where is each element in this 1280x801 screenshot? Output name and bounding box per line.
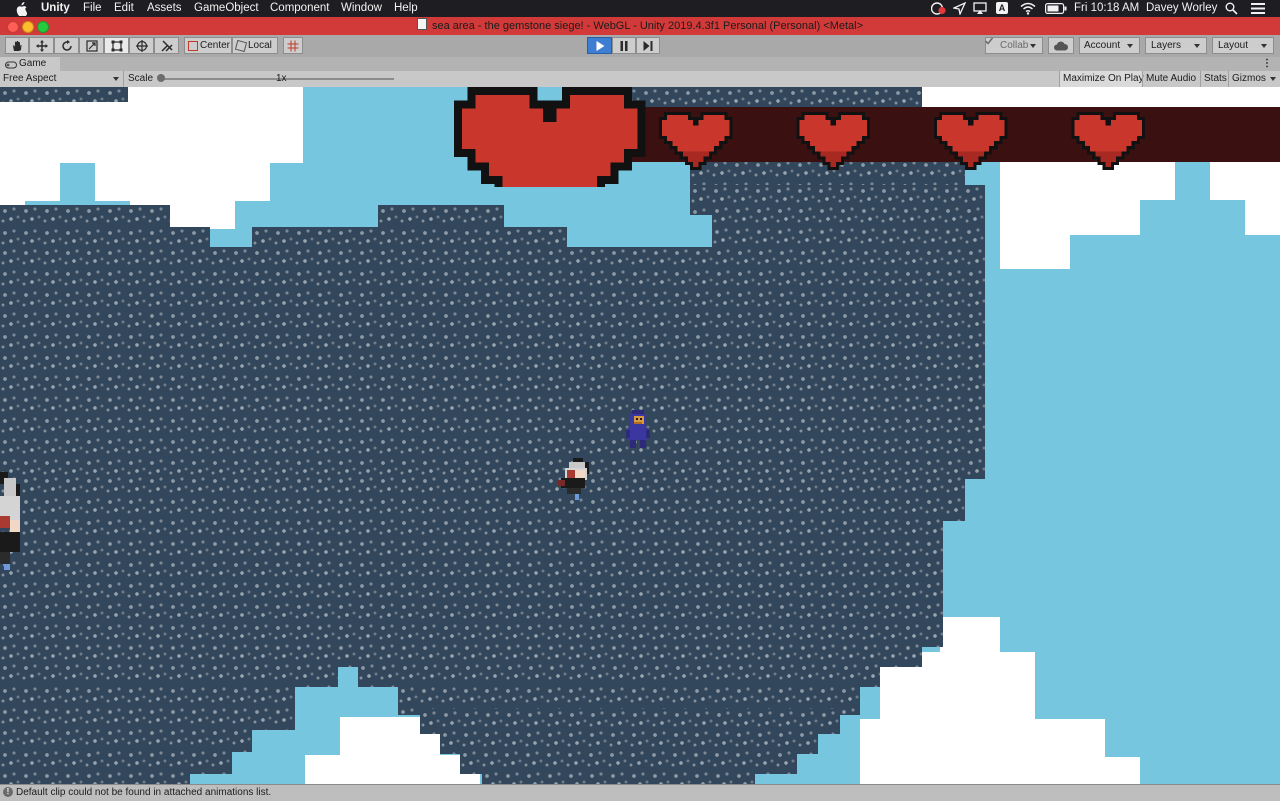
cloud — [1100, 757, 1140, 784]
account-dropdown[interactable]: Account — [1079, 37, 1140, 54]
cloud — [1000, 200, 1140, 235]
menubar-user[interactable]: Davey Worley — [1146, 0, 1217, 17]
aspect-chevron-down-icon — [113, 77, 119, 81]
rock-terrain — [0, 517, 943, 647]
collab-label: Collab — [1000, 40, 1029, 51]
cloud — [305, 755, 480, 784]
tab-game[interactable]: Game — [0, 57, 60, 71]
scale-slider-thumb[interactable] — [157, 74, 165, 82]
gizmos-label: Gizmos — [1232, 73, 1266, 84]
menubar-clock[interactable]: Fri 10:18 AM — [1074, 0, 1139, 17]
collab-dropdown[interactable]: Collab — [984, 37, 1043, 54]
mac-menu-bar: Unity File Edit Assets GameObject Compon… — [0, 0, 1280, 17]
rock-terrain — [482, 770, 755, 784]
layers-dropdown[interactable]: Layers — [1145, 37, 1207, 54]
play-button[interactable] — [587, 37, 612, 54]
boss-heart-small — [658, 111, 733, 171]
status-message: Default clip could not be found in attac… — [16, 787, 272, 798]
pause-button[interactable] — [612, 37, 636, 54]
window-title-bar: sea area - the gemstone siege! - WebGL -… — [0, 17, 1280, 35]
menu-edit[interactable]: Edit — [114, 0, 134, 17]
aspect-dropdown[interactable]: Free Aspect — [0, 71, 123, 87]
rock-terrain — [0, 475, 965, 521]
player-character — [626, 410, 650, 448]
local-space-icon — [234, 39, 248, 53]
rock-terrain — [0, 662, 338, 687]
unity-toolbar: Center Local Collab Account Layers Layou… — [0, 35, 1280, 58]
rock-terrain — [358, 662, 880, 687]
layers-label: Layers — [1151, 40, 1182, 51]
mute-audio-toggle[interactable]: Mute Audio — [1142, 71, 1200, 87]
rotate-tool-button[interactable] — [54, 37, 79, 54]
custom-tool-button[interactable] — [154, 37, 179, 54]
layout-dropdown[interactable]: Layout — [1212, 37, 1274, 54]
pivot-center-toggle[interactable]: Center — [184, 37, 232, 54]
rock-terrain — [712, 205, 985, 250]
cloud — [860, 719, 1105, 784]
shark-enemy — [557, 458, 589, 500]
more-options-icon[interactable]: ⋮ — [1262, 57, 1272, 71]
menu-file[interactable]: File — [83, 0, 102, 17]
cloud — [1000, 235, 1070, 269]
gizmos-dropdown[interactable]: Gizmos — [1228, 71, 1280, 87]
scale-label: Scale — [128, 73, 154, 84]
boss-heart-small — [1071, 111, 1146, 171]
scale-control: Scale — [123, 71, 394, 87]
stats-toggle[interactable]: Stats — [1200, 71, 1228, 87]
boss-heart-large — [453, 87, 646, 187]
boss-heart-small — [796, 111, 871, 171]
rect-tool-button[interactable] — [104, 37, 129, 54]
window-title-text: sea area - the gemstone siege! - WebGL -… — [431, 20, 864, 32]
scale-value: 1x — [276, 73, 287, 84]
pivot-local-toggle[interactable]: Local — [232, 37, 278, 54]
gizmos-chevron-down-icon — [1270, 77, 1276, 81]
menu-assets[interactable]: Assets — [147, 0, 182, 17]
window-title: sea area - the gemstone siege! - WebGL -… — [0, 17, 1280, 35]
input-source-indicator[interactable]: A — [996, 2, 1008, 14]
rock-terrain — [0, 770, 190, 784]
shark-enemy-edge — [0, 472, 20, 570]
snap-settings-button[interactable] — [283, 37, 303, 54]
tab-game-label: Game — [19, 58, 47, 69]
layout-label: Layout — [1218, 40, 1249, 51]
maximize-on-play-toggle[interactable]: Maximize On Play — [1059, 71, 1144, 87]
hand-tool-button[interactable] — [5, 37, 29, 54]
boss-heart-small — [933, 111, 1008, 171]
document-icon — [416, 18, 427, 30]
app-menu-unity[interactable]: Unity — [41, 0, 70, 17]
aspect-label: Free Aspect — [3, 73, 57, 84]
game-view-controls: Free Aspect Scale 1x Maximize On Play Mu… — [0, 71, 1280, 88]
menu-help[interactable]: Help — [394, 0, 418, 17]
menu-gameobject[interactable]: GameObject — [194, 0, 259, 17]
rock-terrain — [0, 247, 985, 479]
boss-hearts — [453, 87, 1146, 187]
info-icon: ! — [3, 787, 13, 797]
step-button[interactable] — [636, 37, 660, 54]
transform-tool-button[interactable] — [129, 37, 154, 54]
pivot-icon — [188, 41, 198, 51]
move-tool-button[interactable] — [29, 37, 54, 54]
menu-window[interactable]: Window — [341, 0, 382, 17]
cloud-button[interactable] — [1048, 37, 1074, 54]
account-label: Account — [1084, 40, 1121, 51]
rock-terrain — [0, 685, 295, 730]
cloud — [940, 617, 1000, 657]
pivot-local-label: Local — [248, 40, 272, 51]
scale-tool-button[interactable] — [79, 37, 104, 54]
pivot-center-label: Center — [200, 40, 231, 51]
game-tab-header: Game ⋮ — [0, 57, 1280, 71]
cloud — [1245, 200, 1280, 235]
menu-component[interactable]: Component — [270, 0, 329, 17]
console-status-bar[interactable]: ! Default clip could not be found in att… — [0, 784, 1280, 801]
game-viewport[interactable] — [0, 87, 1280, 784]
